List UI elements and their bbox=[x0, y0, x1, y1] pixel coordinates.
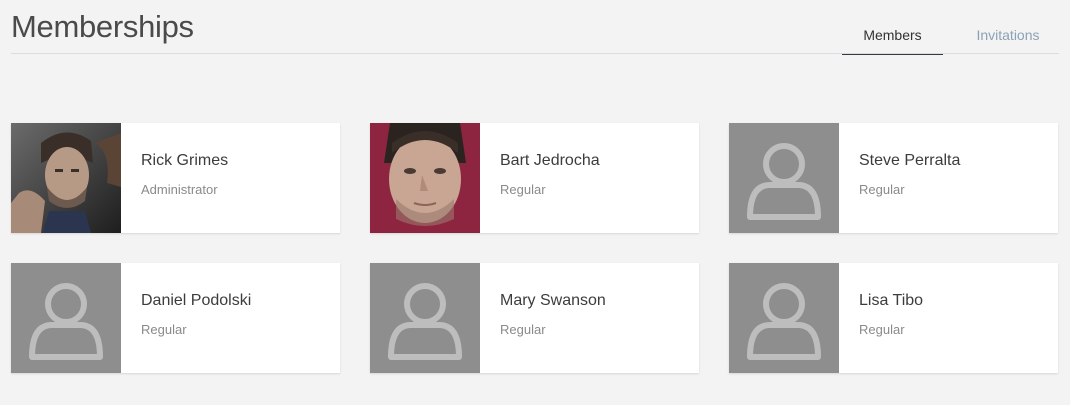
user-placeholder-icon bbox=[388, 283, 462, 360]
avatar bbox=[729, 123, 839, 233]
member-role: Regular bbox=[859, 182, 905, 197]
membership-tabs: Members Invitations bbox=[842, 0, 1059, 55]
avatar bbox=[729, 263, 839, 373]
member-photo bbox=[370, 123, 480, 233]
member-role: Regular bbox=[859, 322, 905, 337]
user-placeholder-icon bbox=[29, 283, 103, 360]
member-info: Rick Grimes Administrator bbox=[121, 123, 228, 233]
user-placeholder-icon bbox=[747, 143, 821, 220]
avatar bbox=[11, 263, 121, 373]
member-card[interactable]: Daniel Podolski Regular bbox=[11, 263, 340, 373]
member-name: Daniel Podolski bbox=[141, 292, 252, 309]
member-role: Regular bbox=[500, 322, 546, 337]
avatar bbox=[370, 263, 480, 373]
page-title: Memberships bbox=[11, 9, 194, 44]
member-card[interactable]: Bart Jedrocha Regular bbox=[370, 123, 699, 233]
member-info: Steve Perralta Regular bbox=[839, 123, 960, 233]
tab-invitations[interactable]: Invitations bbox=[957, 0, 1059, 54]
member-info: Daniel Podolski Regular bbox=[121, 263, 251, 373]
member-card[interactable]: Lisa Tibo Regular bbox=[729, 263, 1058, 373]
avatar bbox=[11, 123, 121, 233]
member-name: Mary Swanson bbox=[500, 292, 606, 309]
user-placeholder-icon bbox=[747, 283, 821, 360]
member-info: Bart Jedrocha Regular bbox=[480, 123, 600, 233]
member-card[interactable]: Mary Swanson Regular bbox=[370, 263, 699, 373]
avatar bbox=[370, 123, 480, 233]
member-role: Regular bbox=[500, 182, 546, 197]
member-info: Mary Swanson Regular bbox=[480, 263, 606, 373]
page-header: Memberships Members Invitations bbox=[11, 0, 1059, 55]
member-name: Bart Jedrocha bbox=[500, 152, 600, 169]
member-role: Regular bbox=[141, 322, 187, 337]
member-name: Steve Perralta bbox=[859, 152, 961, 169]
member-name: Rick Grimes bbox=[141, 152, 229, 169]
member-info: Lisa Tibo Regular bbox=[839, 263, 923, 373]
member-role: Administrator bbox=[141, 182, 218, 197]
member-photo bbox=[11, 123, 121, 233]
member-card[interactable]: Steve Perralta Regular bbox=[729, 123, 1058, 233]
tab-members[interactable]: Members bbox=[842, 0, 943, 55]
member-name: Lisa Tibo bbox=[859, 292, 924, 309]
member-card[interactable]: Rick Grimes Administrator bbox=[11, 123, 340, 233]
members-grid: Rick Grimes Administrator Bart Jedrocha … bbox=[11, 123, 1058, 373]
